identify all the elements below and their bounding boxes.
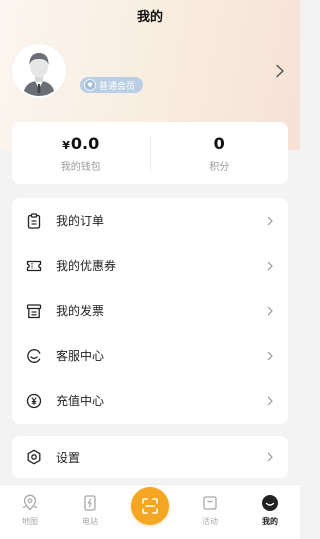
menu-item-settings[interactable]: 设置 <box>12 436 288 478</box>
points-label: 积分 <box>209 161 230 173</box>
menu-card: 我的订单 我的优惠券 我的发票 客服中心 充值中心 <box>12 198 288 424</box>
profile-icon <box>262 495 278 511</box>
wallet-card: ¥0.0 我的钱包 0 积分 <box>12 122 288 184</box>
ticket-icon <box>26 260 42 271</box>
menu-item-invoices[interactable]: 我的发票 <box>12 288 288 333</box>
clipboard-icon <box>27 212 41 229</box>
invoice-icon <box>26 303 42 318</box>
tab-map[interactable]: 地图 <box>0 485 60 539</box>
member-badge: 普通会员 <box>80 77 144 93</box>
tab-station[interactable]: 电站 <box>60 485 120 539</box>
charging-station-icon <box>84 495 96 511</box>
map-pin-icon <box>22 494 38 511</box>
menu-item-orders[interactable]: 我的订单 <box>12 198 288 243</box>
yuan-coin-icon <box>26 393 42 408</box>
member-badge-label: 普通会员 <box>99 81 136 92</box>
page-title: 我的 <box>136 10 163 25</box>
chevron-right-icon <box>267 351 273 360</box>
customer-service-icon <box>27 348 41 363</box>
chevron-right-icon <box>267 306 273 315</box>
points[interactable]: 0 积分 <box>151 122 289 184</box>
menu-item-recharge[interactable]: 充值中心 <box>12 378 288 423</box>
diamond-icon <box>84 79 96 91</box>
default-user-avatar-icon <box>14 46 64 96</box>
menu-item-customer-service[interactable]: 客服中心 <box>12 333 288 378</box>
shopping-bag-icon <box>203 496 217 510</box>
chevron-right-icon <box>267 261 273 270</box>
settings-card: 设置 <box>12 436 288 478</box>
scan-icon <box>142 498 158 514</box>
tab-activity[interactable]: 活动 <box>180 485 240 539</box>
chevron-right-icon[interactable] <box>274 64 286 78</box>
avatar[interactable] <box>12 44 66 98</box>
chevron-right-icon <box>267 216 273 225</box>
tab-profile[interactable]: 我的 <box>240 485 300 539</box>
menu-item-coupons[interactable]: 我的优惠券 <box>12 243 288 288</box>
wallet-balance[interactable]: ¥0.0 我的钱包 <box>12 122 150 184</box>
wallet-balance-label: 我的钱包 <box>60 161 101 173</box>
gear-icon <box>27 449 41 465</box>
scan-button[interactable] <box>131 487 169 525</box>
points-value: 0 <box>213 133 225 153</box>
chevron-right-icon <box>267 396 273 405</box>
chevron-right-icon <box>267 452 273 462</box>
wallet-balance-value: ¥0.0 <box>62 133 100 153</box>
